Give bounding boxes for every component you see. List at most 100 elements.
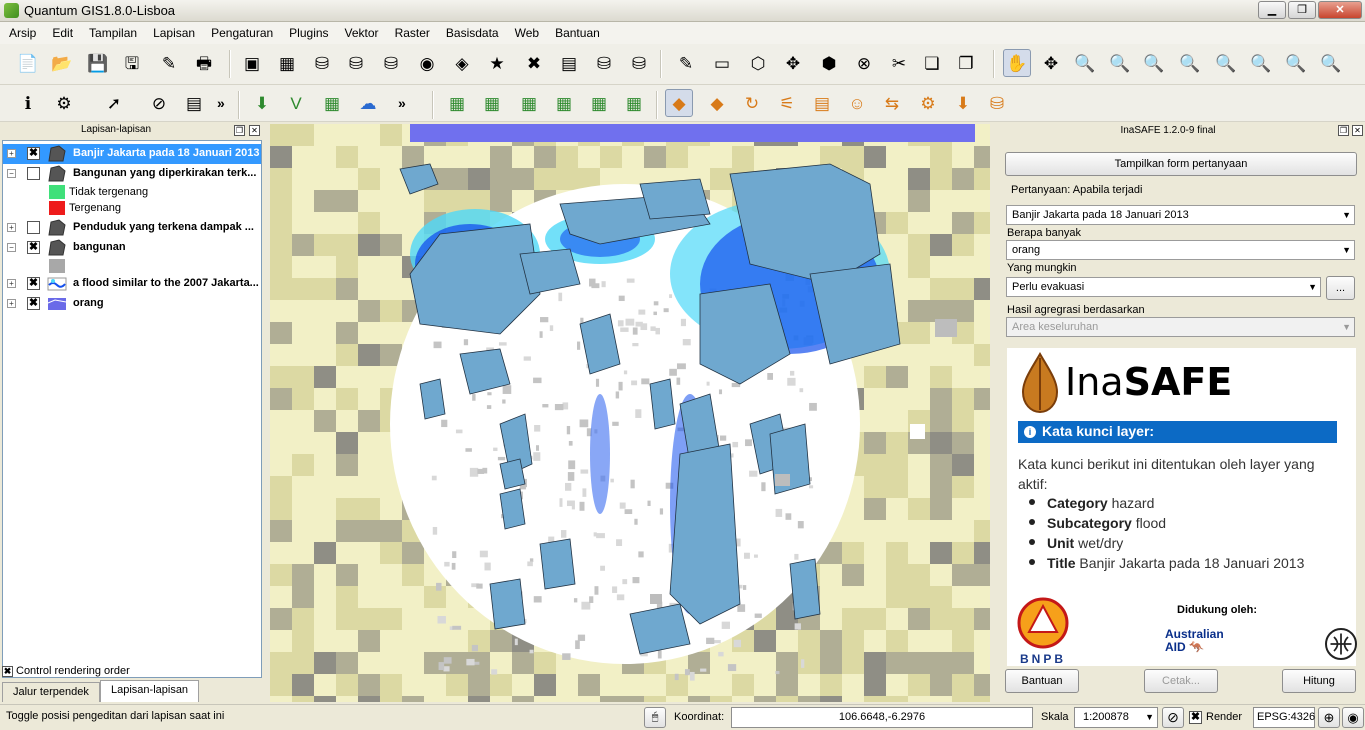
close-dock-icon[interactable]: ✕ — [1352, 125, 1363, 136]
expand-icon[interactable]: + — [7, 223, 16, 232]
inasafe-batch-icon[interactable]: ⚙ — [914, 89, 942, 117]
map-render[interactable] — [270, 124, 990, 702]
add-delimited-text-icon[interactable]: ▤ — [555, 49, 583, 77]
layer-row-penduduk[interactable]: + Penduduk yang terkena dampak ... — [3, 218, 261, 238]
plugin-e-icon[interactable]: ▦ — [620, 89, 648, 117]
control-rendering-order[interactable]: ✖ Control rendering order — [2, 665, 130, 677]
zoom-to-selection-icon[interactable]: 🔍 — [1212, 49, 1240, 77]
georeferencer-icon[interactable]: ⬇ — [248, 89, 276, 117]
expand-icon[interactable]: + — [7, 279, 16, 288]
mouse-icon[interactable]: 🖱 — [644, 707, 666, 728]
gear-icon[interactable]: ⚙ — [50, 89, 78, 117]
inasafe-refresh-icon[interactable]: ↻ — [738, 89, 766, 117]
inasafe-download-icon[interactable]: ⬇ — [949, 89, 977, 117]
tab-jalur-terpendek[interactable]: Jalur terpendek — [2, 682, 100, 702]
new-project-icon[interactable]: 📄 — [14, 49, 42, 77]
attribute-table-icon[interactable]: ▤ — [180, 89, 208, 117]
run-button[interactable]: Hitung — [1282, 669, 1356, 693]
add-raster-layer-icon[interactable]: ▦ — [273, 49, 301, 77]
inasafe-convert-icon[interactable]: ⇆ — [878, 89, 906, 117]
save-as-icon[interactable]: 🖫 — [118, 49, 146, 77]
float-panel-icon[interactable]: ❐ — [234, 125, 245, 136]
new-print-composer-icon[interactable]: ✎ — [155, 49, 183, 77]
close-button[interactable]: ✕ — [1318, 1, 1362, 19]
menu-bantuan[interactable]: Bantuan — [546, 22, 607, 40]
zoom-to-layer-icon[interactable]: 🔍 — [1247, 49, 1275, 77]
move-feature-icon[interactable]: ✥ — [779, 49, 807, 77]
paste-features-icon[interactable]: ❐ — [952, 49, 980, 77]
layer-row-orang[interactable]: + ✖ orang — [3, 294, 261, 314]
inasafe-dock-icon[interactable]: ◆ — [665, 89, 693, 117]
menu-arsip[interactable]: Arsip — [0, 22, 43, 40]
node-tool-icon[interactable]: ⬢ — [815, 49, 843, 77]
scale-field[interactable]: 1:200878 ▼ — [1074, 707, 1158, 728]
add-oracle-layer-icon[interactable]: ⛁ — [590, 49, 618, 77]
epsg-button[interactable]: EPSG:4326 — [1253, 707, 1315, 728]
projection-icon[interactable]: ⊕ — [1318, 707, 1340, 728]
layer-visibility-checkbox[interactable] — [27, 167, 40, 180]
maximize-button[interactable]: ❐ — [1288, 1, 1316, 19]
layer-visibility-checkbox[interactable] — [27, 221, 40, 234]
menu-tampilan[interactable]: Tampilan — [80, 22, 144, 40]
messages-icon[interactable]: ◉ — [1342, 707, 1364, 728]
zoom-last-icon[interactable]: 🔍 — [1282, 49, 1310, 77]
select-icon[interactable]: ➚ — [100, 89, 128, 117]
pan-to-selection-icon[interactable]: ✥ — [1037, 49, 1065, 77]
menu-pengaturan[interactable]: Pengaturan — [202, 22, 280, 40]
inasafe-impact-icon[interactable]: ▤ — [808, 89, 836, 117]
tab-lapisan[interactable]: Lapisan-lapisan — [100, 680, 200, 702]
layer-visibility-checkbox[interactable]: ✖ — [27, 297, 40, 310]
control-rendering-checkbox[interactable]: ✖ — [2, 665, 13, 677]
collapse-icon[interactable]: − — [7, 243, 16, 252]
inasafe-keywords-icon[interactable]: ◆ — [703, 89, 731, 117]
stop-render-icon[interactable]: ⊘ — [1162, 707, 1184, 728]
deselect-icon[interactable]: ⊘ — [145, 89, 173, 117]
inasafe-save-icon[interactable]: ⛁ — [983, 89, 1011, 117]
new-layer-icon[interactable]: ★ — [483, 49, 511, 77]
layer-row-bangunan-estimate[interactable]: − Bangunan yang diperkirakan terk... — [3, 164, 261, 184]
add-vector-layer-icon[interactable]: ▣ — [238, 49, 266, 77]
menu-edit[interactable]: Edit — [43, 22, 80, 40]
menu-web[interactable]: Web — [506, 22, 546, 40]
show-question-form-button[interactable]: Tampilkan form pertanyaan — [1005, 152, 1357, 176]
close-panel-icon[interactable]: ✕ — [249, 125, 260, 136]
add-wcs-layer-icon[interactable]: ◈ — [448, 49, 476, 77]
zoom-in-icon[interactable]: 🔍 — [1071, 49, 1099, 77]
help-button[interactable]: Bantuan — [1005, 669, 1079, 693]
plugin-a-icon[interactable]: ▦ — [443, 89, 471, 117]
map-canvas[interactable] — [270, 124, 990, 702]
add-mssql-layer-icon[interactable]: ⛁ — [377, 49, 405, 77]
remove-layer-icon[interactable]: ✖ — [520, 49, 548, 77]
add-wms-layer-icon[interactable]: ◉ — [413, 49, 441, 77]
vd-icon[interactable]: V — [282, 89, 310, 117]
layer-row-banjir[interactable]: + ✖ Banjir Jakarta pada 18 Januari 2013 — [3, 144, 261, 164]
plugin-b-icon[interactable]: ▦ — [515, 89, 543, 117]
expand-icon[interactable]: + — [7, 149, 16, 158]
expand-icon[interactable]: + — [7, 299, 16, 308]
map-image-icon[interactable]: ▦ — [318, 89, 346, 117]
pan-icon[interactable]: ✋ — [1003, 49, 1031, 77]
save-edits-icon[interactable]: ▭ — [708, 49, 736, 77]
render-checkbox[interactable]: ✖ — [1189, 711, 1202, 724]
add-feature-icon[interactable]: ⬡ — [744, 49, 772, 77]
cut-features-icon[interactable]: ✂ — [885, 49, 913, 77]
zoom-next-icon[interactable]: 🔍 — [1317, 49, 1345, 77]
menu-raster[interactable]: Raster — [386, 22, 437, 40]
print-icon[interactable]: 🖶 — [190, 49, 218, 77]
menu-lapisan[interactable]: Lapisan — [144, 22, 202, 40]
copy-features-icon[interactable]: ❏ — [918, 49, 946, 77]
print-button[interactable]: Cetak... — [1144, 669, 1218, 693]
minimize-button[interactable]: ▁ — [1258, 1, 1286, 19]
toggle-editing-icon[interactable]: ✎ — [672, 49, 700, 77]
inasafe-options-icon[interactable]: ⚟ — [773, 89, 801, 117]
open-project-icon[interactable]: 📂 — [48, 49, 76, 77]
hazard-combo[interactable]: Banjir Jakarta pada 18 Januari 2013 ▼ — [1006, 205, 1355, 225]
chevron-more-icon[interactable]: » — [217, 95, 225, 111]
layer-tree[interactable]: + ✖ Banjir Jakarta pada 18 Januari 2013 … — [2, 140, 262, 678]
layer-visibility-checkbox[interactable]: ✖ — [27, 241, 40, 254]
aggregation-combo[interactable]: Area keseluruhan ▼ — [1006, 317, 1355, 337]
layer-row-flood-2007[interactable]: + ✖ a flood similar to the 2007 Jakarta.… — [3, 274, 261, 294]
chevron-more-icon[interactable]: » — [398, 95, 406, 111]
menu-plugins[interactable]: Plugins — [280, 22, 335, 40]
float-dock-icon[interactable]: ❐ — [1338, 125, 1349, 136]
